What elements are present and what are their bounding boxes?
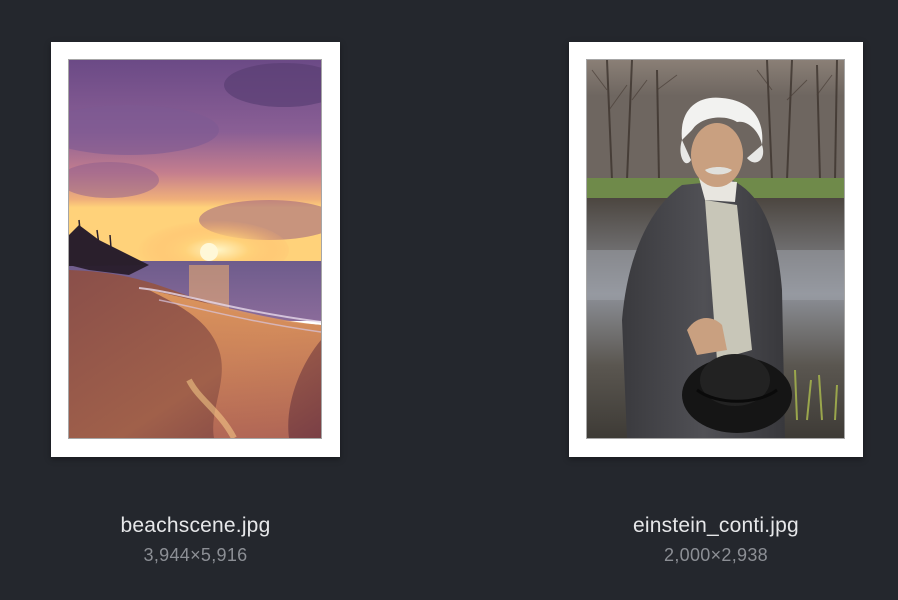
file-name[interactable]: einstein_conti.jpg xyxy=(569,514,863,538)
file-grid: beachscene.jpg 3,944×5,916 einstein_cont… xyxy=(0,0,898,600)
portrait-photo-icon[interactable] xyxy=(586,59,845,439)
file-name[interactable]: beachscene.jpg xyxy=(51,514,340,538)
file-dimensions: 2,000×2,938 xyxy=(664,545,768,565)
file-dimensions: 3,944×5,916 xyxy=(143,545,248,565)
beach-sunset-photo-icon[interactable] xyxy=(68,59,322,439)
